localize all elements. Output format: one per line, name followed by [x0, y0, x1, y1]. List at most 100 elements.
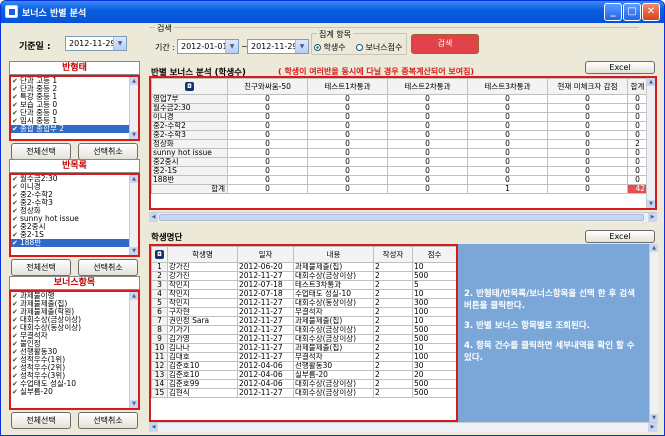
table-row[interactable]: 1 강가진 2012-06-20 과제불제출(집) 2 10: [151, 262, 456, 272]
table-cell[interactable]: 과제불제출(집): [293, 262, 374, 272]
table-cell[interactable]: 0: [547, 175, 628, 185]
bonus-items-list[interactable]: ✔ 과제불이행 ✔ 과제불제출(집) ✔ 과제불제출(학원) ✔ 대회수상(금상이상) ✔ 대회수…: [9, 290, 140, 410]
chevron-down-icon[interactable]: ▼: [295, 40, 308, 53]
table-cell[interactable]: 0: [387, 121, 468, 131]
table-cell[interactable]: 0: [227, 130, 308, 140]
table-cell[interactable]: 100: [412, 352, 456, 362]
table-cell[interactable]: 2: [373, 316, 413, 326]
table-cell[interactable]: 0: [227, 184, 308, 194]
table-cell[interactable]: 2: [373, 280, 413, 290]
table-cell[interactable]: 0: [467, 94, 548, 104]
table-row[interactable]: 10 김나나 2012-11-27 과제불제출(집) 2 10: [151, 343, 456, 353]
students-hscroll[interactable]: ◀ ▶: [149, 422, 657, 432]
table-row[interactable]: 4 작민지 2012-07-18 수업태도 성실-10 2 10: [151, 289, 456, 299]
grid-settings-icon[interactable]: ◘: [185, 82, 194, 91]
table-cell[interactable]: 무결석자: [293, 307, 374, 317]
chevron-down-icon[interactable]: ▼: [225, 40, 238, 53]
scroll-down-icon[interactable]: ▼: [647, 200, 655, 208]
period-to-picker[interactable]: 2012-11-29 ▼: [247, 39, 309, 54]
analysis-excel-button[interactable]: Excel: [585, 61, 655, 74]
scroll-down-icon[interactable]: ▼: [130, 400, 138, 408]
table-cell[interactable]: 5: [412, 280, 456, 290]
table-cell[interactable]: 2012-04-06: [237, 370, 294, 380]
list-vscroll[interactable]: ▲ ▼: [129, 77, 138, 139]
checkbox-checked-icon[interactable]: ✔: [12, 126, 19, 133]
table-cell[interactable]: 0: [227, 94, 308, 104]
table-cell[interactable]: 0: [547, 166, 628, 176]
table-cell[interactable]: 10: [412, 262, 456, 272]
table-cell[interactable]: 2: [373, 325, 413, 335]
table-cell[interactable]: 0: [547, 184, 628, 194]
scroll-right-icon[interactable]: ▶: [648, 213, 657, 222]
checkbox-checked-icon[interactable]: ✔: [12, 216, 19, 223]
table-cell[interactable]: 실부름-20: [293, 370, 374, 380]
column-header[interactable]: 친구와싸움-50: [227, 78, 308, 95]
table-cell[interactable]: 0: [307, 157, 388, 167]
table-cell[interactable]: 0: [627, 121, 648, 131]
table-cell[interactable]: 0: [227, 157, 308, 167]
class-type-select-all-button[interactable]: 전체선택: [11, 143, 71, 160]
table-cell[interactable]: 작민지: [167, 280, 238, 290]
class-list[interactable]: ✔ 월수금2:30 ✔ 이니경 ✔ 중2-수학2 ✔ 중2-수학3 ✔ 정상화 ✔ sunny hot…: [9, 173, 140, 257]
checkbox-checked-icon[interactable]: ✔: [12, 200, 19, 207]
table-cell[interactable]: 대회수상(금상이상): [293, 271, 374, 281]
table-cell[interactable]: 작민지: [167, 298, 238, 308]
list-item[interactable]: ✔ 종합 종합부 2: [11, 125, 138, 133]
checkbox-checked-icon[interactable]: ✔: [12, 325, 19, 332]
table-cell[interactable]: 0: [547, 148, 628, 158]
table-cell[interactable]: 20: [412, 370, 456, 380]
table-cell[interactable]: 0: [547, 139, 628, 149]
checkbox-checked-icon[interactable]: ✔: [12, 102, 19, 109]
table-cell[interactable]: 2012-11-27: [237, 343, 294, 353]
table-cell[interactable]: 0: [307, 184, 388, 194]
scroll-left-icon[interactable]: ◀: [149, 213, 158, 222]
list-item[interactable]: ✔ 실부름-20: [11, 388, 138, 396]
checkbox-checked-icon[interactable]: ✔: [12, 118, 19, 125]
table-cell[interactable]: 2: [373, 379, 413, 389]
scroll-down-icon[interactable]: ▼: [130, 131, 138, 139]
table-cell[interactable]: 김대호: [167, 352, 238, 362]
table-cell[interactable]: 0: [547, 157, 628, 167]
table-row[interactable]: 5 작민지 2012-11-27 대회수상(동상이상) 2 300: [151, 298, 456, 308]
table-cell[interactable]: 0: [627, 148, 648, 158]
table-cell[interactable]: 2012-04-06: [237, 361, 294, 371]
table-cell[interactable]: 500: [412, 334, 456, 344]
table-cell[interactable]: 테스트3차통과: [293, 280, 374, 290]
grid-settings-icon[interactable]: ◘: [155, 250, 164, 259]
table-cell[interactable]: 0: [387, 94, 468, 104]
checkbox-checked-icon[interactable]: ✔: [12, 240, 19, 247]
table-cell[interactable]: 0: [227, 148, 308, 158]
table-cell[interactable]: 0: [467, 157, 548, 167]
column-header[interactable]: 일자: [237, 246, 294, 263]
checkbox-checked-icon[interactable]: ✔: [12, 94, 19, 101]
table-cell[interactable]: 0: [307, 139, 388, 149]
table-cell[interactable]: 0: [387, 139, 468, 149]
checkbox-checked-icon[interactable]: ✔: [12, 373, 19, 380]
table-cell[interactable]: 0: [547, 121, 628, 131]
table-cell[interactable]: 0: [627, 130, 648, 140]
students-grid[interactable]: ◘ 학생명 일자 내용 작성자 점수 1 강가진 2012-06-20 과제불제출(집) 2 10 2 강…: [149, 244, 458, 422]
bonus-select-all-button[interactable]: 전체선택: [11, 412, 71, 429]
scroll-right-icon[interactable]: ▶: [648, 423, 657, 432]
table-cell[interactable]: 500: [412, 379, 456, 389]
checkbox-checked-icon[interactable]: ✔: [12, 357, 19, 364]
table-cell[interactable]: 기가기: [167, 325, 238, 335]
scroll-up-icon[interactable]: ▲: [130, 175, 138, 183]
table-cell[interactable]: 0: [387, 175, 468, 185]
grand-total-cell[interactable]: 42: [627, 184, 648, 194]
table-row[interactable]: 12 김준호10 2012-04-06 선행활동30 2 30: [151, 361, 456, 371]
table-cell[interactable]: 대회수상(금상이상): [293, 388, 374, 398]
table-cell[interactable]: 0: [387, 166, 468, 176]
checkbox-checked-icon[interactable]: ✔: [12, 293, 19, 300]
analysis-vscroll[interactable]: ▲ ▼: [646, 78, 655, 208]
checkbox-checked-icon[interactable]: ✔: [12, 78, 19, 85]
class-type-list[interactable]: ✔ 단과 고등 1 ✔ 단과 중등 2 ✔ 특강 중등 1 ✔ 보습 고등 0 ✔ 단과 중등 0…: [9, 75, 140, 141]
table-cell[interactable]: 2: [373, 370, 413, 380]
table-cell[interactable]: 2012-11-27: [237, 271, 294, 281]
table-cell[interactable]: 10: [412, 343, 456, 353]
students-excel-button[interactable]: Excel: [585, 230, 655, 243]
table-cell[interactable]: 2012-07-18: [237, 280, 294, 290]
table-row[interactable]: 3 작민지 2012-07-18 테스트3차통과 2 5: [151, 280, 456, 290]
checkbox-checked-icon[interactable]: ✔: [12, 309, 19, 316]
table-cell[interactable]: 2: [373, 289, 413, 299]
